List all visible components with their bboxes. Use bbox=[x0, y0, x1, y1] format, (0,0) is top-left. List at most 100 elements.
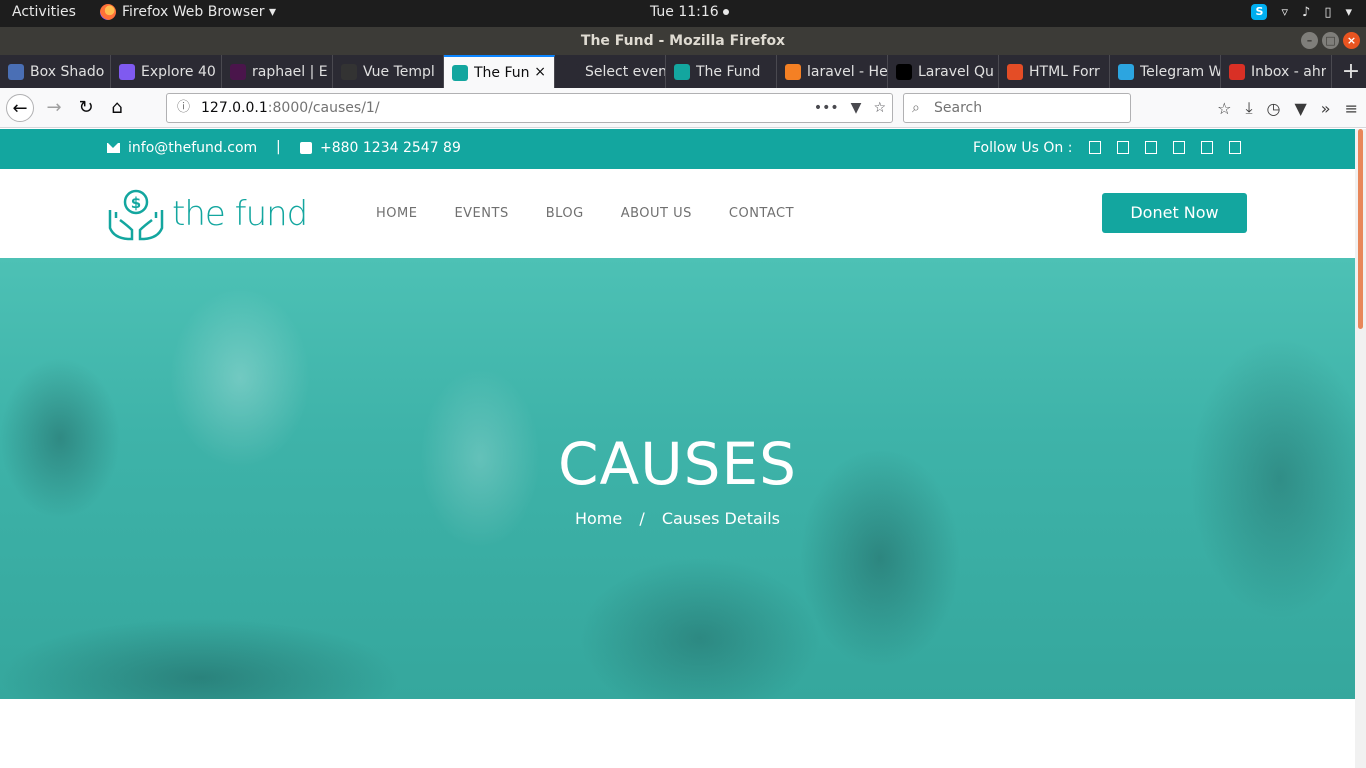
menu-item-contact[interactable]: CONTACT bbox=[729, 206, 794, 221]
page-scrollbar[interactable] bbox=[1355, 129, 1366, 768]
menu-item-about-us[interactable]: ABOUT US bbox=[621, 206, 692, 221]
maximize-button[interactable]: □ bbox=[1322, 32, 1339, 49]
search-input[interactable]: ⌕ Search bbox=[903, 93, 1131, 123]
browser-tab[interactable]: Vue Templ bbox=[333, 55, 444, 88]
battery-icon[interactable]: ▯ bbox=[1324, 5, 1331, 20]
minimize-button[interactable]: – bbox=[1301, 32, 1318, 49]
url-text[interactable]: 127.0.0.1:8000/causes/1/ bbox=[201, 94, 380, 122]
tab-title: Inbox - ahr bbox=[1251, 63, 1327, 80]
tab-favicon-icon bbox=[8, 63, 24, 80]
close-window-button[interactable]: × bbox=[1343, 32, 1360, 49]
twitter-icon[interactable] bbox=[1117, 141, 1129, 154]
tab-favicon-icon bbox=[563, 63, 579, 80]
toolbar-buttons: ☆ ⤓ ◷ ▼ » ≡ bbox=[1217, 88, 1358, 128]
phone-icon bbox=[300, 142, 312, 154]
menu-item-home[interactable]: HOME bbox=[376, 206, 417, 221]
home-button[interactable]: ⌂ bbox=[103, 94, 131, 122]
scrollbar-thumb[interactable] bbox=[1358, 129, 1363, 329]
downloads-icon[interactable]: ⤓ bbox=[1245, 98, 1252, 118]
browser-tab[interactable]: The Fun × bbox=[444, 55, 555, 88]
browser-tab[interactable]: Box Shado bbox=[0, 55, 111, 88]
tab-title: Laravel Qu bbox=[918, 63, 994, 80]
forward-button[interactable]: → bbox=[40, 94, 68, 122]
pinterest-icon[interactable] bbox=[1201, 141, 1213, 154]
header-top-bar: info@thefund.com | +880 1234 2547 89 Fol… bbox=[0, 129, 1355, 169]
youtube-icon[interactable] bbox=[1229, 141, 1241, 154]
window-title-bar: The Fund - Mozilla Firefox – □ × bbox=[0, 27, 1366, 55]
browser-tab[interactable]: Select event t bbox=[555, 55, 666, 88]
svg-text:$: $ bbox=[131, 194, 141, 212]
breadcrumb-separator: / bbox=[639, 509, 645, 528]
library-icon[interactable]: ☆ bbox=[1217, 99, 1231, 118]
tab-title: The Fund bbox=[696, 63, 761, 80]
site-logo[interactable]: $ the fund bbox=[106, 186, 308, 242]
url-bar[interactable]: ⓘ 127.0.0.1:8000/causes/1/ ••• ▼ ☆ bbox=[166, 93, 893, 123]
tab-strip: Box Shado Explore 40 raphael | E Vue Templ T… bbox=[0, 55, 1366, 88]
site-info-icon[interactable]: ⓘ bbox=[177, 94, 190, 122]
browser-tab[interactable]: HTML Forr bbox=[999, 55, 1110, 88]
tab-favicon-icon bbox=[1007, 63, 1023, 80]
tab-title: laravel - He bbox=[807, 63, 887, 80]
app-menu[interactable]: Firefox Web Browser ▾ bbox=[100, 4, 276, 20]
back-button[interactable]: ← bbox=[6, 94, 34, 122]
search-icon: ⌕ bbox=[912, 100, 920, 116]
phone-text[interactable]: +880 1234 2547 89 bbox=[320, 140, 461, 156]
browser-tab[interactable]: raphael | E bbox=[222, 55, 333, 88]
tab-favicon-icon bbox=[341, 63, 357, 80]
clock-label: Tue 11:16 bbox=[650, 4, 719, 20]
system-tray[interactable]: S ▿ ♪ ▯ ▾ bbox=[1251, 4, 1352, 20]
menu-item-blog[interactable]: BLOG bbox=[546, 206, 584, 221]
breadcrumb-home[interactable]: Home bbox=[575, 509, 622, 528]
wifi-icon[interactable]: ▿ bbox=[1281, 5, 1288, 20]
donate-button[interactable]: Donet Now bbox=[1102, 193, 1247, 233]
tab-title: Telegram W bbox=[1140, 63, 1220, 80]
extension-icon[interactable]: ▼ bbox=[1294, 99, 1306, 118]
activities-button[interactable]: Activities bbox=[12, 4, 76, 20]
tab-title: Box Shado bbox=[30, 63, 105, 80]
bookmark-star-icon[interactable]: ☆ bbox=[873, 94, 886, 122]
linkedin-icon[interactable] bbox=[1145, 141, 1157, 154]
tab-favicon-icon bbox=[785, 63, 801, 80]
email-text[interactable]: info@thefund.com bbox=[128, 140, 257, 156]
window-title: The Fund - Mozilla Firefox bbox=[580, 33, 786, 49]
header-phone[interactable]: +880 1234 2547 89 bbox=[300, 140, 461, 156]
skype-icon[interactable]: S bbox=[1251, 4, 1268, 20]
page-actions-icon[interactable]: ••• bbox=[814, 94, 839, 122]
browser-tab[interactable]: Telegram W bbox=[1110, 55, 1221, 88]
browser-tab[interactable]: Inbox - ahr bbox=[1221, 55, 1332, 88]
tab-favicon-icon bbox=[896, 63, 912, 80]
browser-tab[interactable]: The Fund bbox=[666, 55, 777, 88]
envelope-icon bbox=[107, 143, 120, 153]
browser-tab[interactable]: Explore 40 bbox=[111, 55, 222, 88]
firefox-icon bbox=[100, 4, 116, 20]
overflow-menu-icon[interactable]: » bbox=[1321, 99, 1331, 118]
tab-favicon-icon bbox=[119, 63, 135, 80]
menu-item-events[interactable]: EVENTS bbox=[454, 206, 508, 221]
hands-coin-icon: $ bbox=[108, 189, 164, 241]
history-icon[interactable]: ◷ bbox=[1267, 99, 1281, 118]
tab-favicon-icon bbox=[674, 63, 690, 80]
reload-button[interactable]: ↻ bbox=[72, 94, 100, 122]
main-menu: HOME EVENTS BLOG ABOUT US CONTACT bbox=[376, 206, 794, 221]
hero-banner: CAUSES Home / Causes Details bbox=[0, 258, 1355, 699]
page-title: CAUSES bbox=[558, 430, 797, 498]
header-email[interactable]: info@thefund.com bbox=[107, 140, 257, 156]
browser-tab[interactable]: laravel - He bbox=[777, 55, 888, 88]
instagram-icon[interactable] bbox=[1173, 141, 1185, 154]
volume-icon[interactable]: ♪ bbox=[1302, 5, 1310, 20]
hamburger-menu-icon[interactable]: ≡ bbox=[1345, 99, 1358, 118]
navigation-toolbar: ← → ↻ ⌂ ⓘ 127.0.0.1:8000/causes/1/ ••• ▼… bbox=[0, 88, 1366, 128]
system-menu-icon[interactable]: ▾ bbox=[1345, 5, 1352, 20]
system-top-bar: Activities Firefox Web Browser ▾ Tue 11:… bbox=[0, 0, 1366, 27]
close-tab-icon[interactable]: × bbox=[534, 64, 546, 80]
facebook-icon[interactable] bbox=[1089, 141, 1101, 154]
main-navigation: $ the fund HOME EVENTS BLOG ABOUT US CONTACT… bbox=[0, 169, 1355, 258]
follow-label: Follow Us On : bbox=[973, 140, 1073, 156]
new-tab-button[interactable]: + bbox=[1336, 55, 1366, 88]
logo-text: the fund bbox=[172, 194, 308, 234]
browser-tab[interactable]: Laravel Qu bbox=[888, 55, 999, 88]
tab-favicon-icon bbox=[230, 63, 246, 80]
url-host: 127.0.0.1 bbox=[201, 100, 268, 116]
pocket-icon[interactable]: ▼ bbox=[851, 94, 862, 122]
clock[interactable]: Tue 11:16 bbox=[650, 4, 729, 20]
